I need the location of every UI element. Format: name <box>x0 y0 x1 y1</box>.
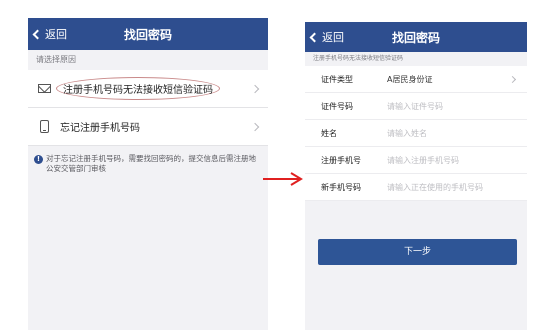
chevron-right-icon <box>250 122 260 131</box>
field-label: 新手机号码 <box>321 182 361 192</box>
field-id-type[interactable]: 证件类型 A居民身份证 <box>305 66 527 93</box>
red-arrow-icon <box>263 172 303 186</box>
field-value: A居民身份证 <box>387 74 433 84</box>
registered-phone-input[interactable]: 请输入注册手机号码 <box>387 155 459 166</box>
chevron-right-icon <box>250 84 260 93</box>
mail-icon <box>37 84 51 93</box>
field-label: 姓名 <box>321 128 337 138</box>
notice-text: 对于忘记注册手机号码，需要找回密码的，提交信息后需注册地公安交管部门审核 <box>46 154 256 173</box>
right-screen: 返回 找回密码 注册手机号码无法接收短信验证码 证件类型 A居民身份证 证件号码… <box>305 22 527 330</box>
form: 证件类型 A居民身份证 证件号码 请输入证件号码 姓名 请输入姓名 注册手机号 … <box>305 66 527 201</box>
navbar: 返回 找回密码 <box>305 22 527 52</box>
option-label: 注册手机号码无法接收短信验证码 <box>56 77 220 100</box>
phone-icon <box>39 120 49 133</box>
name-input[interactable]: 请输入姓名 <box>387 128 427 139</box>
field-registered-phone[interactable]: 注册手机号 请输入注册手机号码 <box>305 147 527 174</box>
new-phone-input[interactable]: 请输入正在使用的手机号码 <box>387 182 483 193</box>
field-new-phone[interactable]: 新手机号码 请输入正在使用的手机号码 <box>305 174 527 201</box>
chevron-right-icon <box>508 75 517 83</box>
left-screen: 返回 找回密码 请选择原因 注册手机号码无法接收短信验证码 忘记注册手机号码 !… <box>28 18 268 330</box>
id-number-input[interactable]: 请输入证件号码 <box>387 101 443 112</box>
field-name[interactable]: 姓名 请输入姓名 <box>305 120 527 147</box>
section-hint: 请选择原因 <box>36 55 76 64</box>
notice: ! 对于忘记注册手机号码，需要找回密码的，提交信息后需注册地公安交管部门审核 <box>28 146 268 174</box>
field-label: 注册手机号 <box>321 155 361 165</box>
page-title: 找回密码 <box>391 30 440 45</box>
navbar: 返回 找回密码 <box>28 18 268 50</box>
option-cannot-receive-sms[interactable]: 注册手机号码无法接收短信验证码 <box>28 70 268 108</box>
option-forgot-phone[interactable]: 忘记注册手机号码 <box>28 108 268 146</box>
field-id-number[interactable]: 证件号码 请输入证件号码 <box>305 93 527 120</box>
field-label: 证件号码 <box>321 101 353 111</box>
next-button[interactable]: 下一步 <box>318 239 517 265</box>
info-icon: ! <box>34 155 43 164</box>
page-title: 找回密码 <box>123 27 172 42</box>
option-label: 忘记注册手机号码 <box>60 123 140 134</box>
reason-list: 注册手机号码无法接收短信验证码 忘记注册手机号码 <box>28 70 268 146</box>
section-hint: 注册手机号码无法接收短信验证码 <box>313 55 404 62</box>
field-label: 证件类型 <box>321 74 353 84</box>
